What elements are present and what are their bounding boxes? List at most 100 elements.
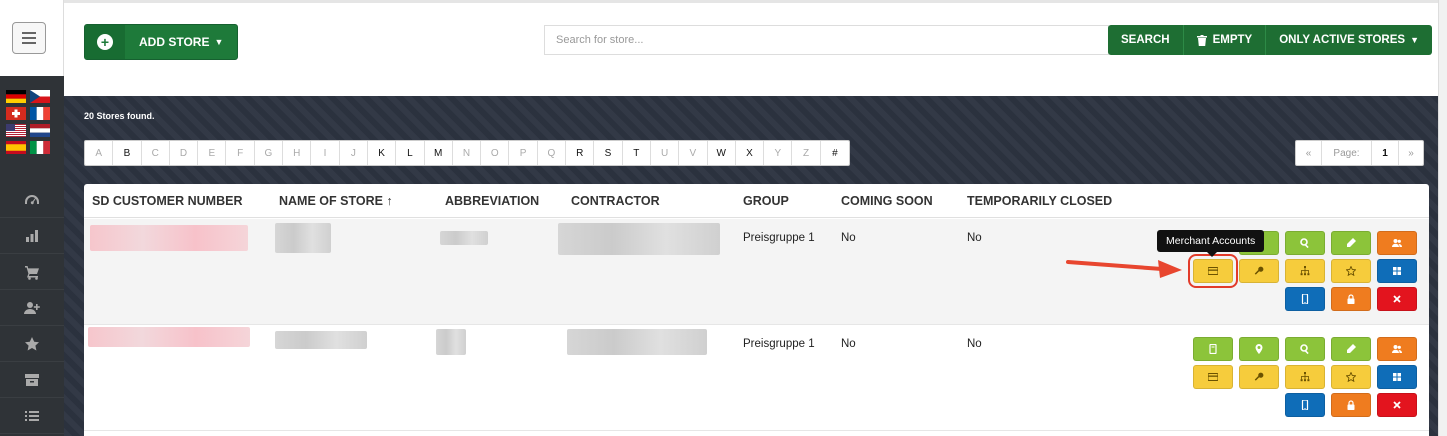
col-contractor[interactable]: CONTRACTOR xyxy=(571,194,660,208)
close-icon xyxy=(1393,295,1401,303)
add-store-button[interactable]: + ADD STORE ▼ xyxy=(84,24,238,60)
pager-next-button[interactable]: » xyxy=(1399,141,1423,165)
map-marker-icon xyxy=(1255,344,1263,354)
view-button[interactable] xyxy=(1285,337,1325,361)
delete-button[interactable] xyxy=(1377,393,1417,417)
alphabet-letter-y[interactable]: Y xyxy=(764,141,793,165)
alphabet-letter-x[interactable]: X xyxy=(736,141,765,165)
book-icon xyxy=(1209,344,1217,354)
key-button[interactable] xyxy=(1239,259,1279,283)
structure-button[interactable] xyxy=(1285,259,1325,283)
flag-fr[interactable] xyxy=(30,107,50,120)
view-button[interactable] xyxy=(1285,231,1325,255)
mobile-button[interactable] xyxy=(1285,393,1325,417)
users-button[interactable] xyxy=(1377,231,1417,255)
trash-icon xyxy=(1196,34,1207,46)
col-temporarily-closed[interactable]: TEMPORARILY CLOSED xyxy=(967,194,1112,208)
alphabet-letter-v[interactable]: V xyxy=(679,141,708,165)
alphabet-letter-r[interactable]: R xyxy=(566,141,595,165)
favorite-button[interactable] xyxy=(1331,259,1371,283)
sidebar-item-dashboard[interactable] xyxy=(0,182,64,218)
flag-us[interactable] xyxy=(6,124,26,137)
flag-cz[interactable] xyxy=(30,90,50,103)
edit-button[interactable] xyxy=(1331,231,1371,255)
location-button[interactable] xyxy=(1239,337,1279,361)
delete-button[interactable] xyxy=(1377,287,1417,311)
flag-es[interactable] xyxy=(6,141,26,154)
alphabet-letter-p[interactable]: P xyxy=(509,141,538,165)
alphabet-letter-b[interactable]: B xyxy=(113,141,142,165)
row-actions xyxy=(1193,337,1417,417)
alphabet-letter-k[interactable]: K xyxy=(368,141,397,165)
sidebar-item-orders[interactable] xyxy=(0,254,64,290)
alphabet-letter-z[interactable]: Z xyxy=(792,141,821,165)
col-group[interactable]: GROUP xyxy=(743,194,789,208)
alphabet-letter-n[interactable]: N xyxy=(453,141,482,165)
caret-down-icon: ▼ xyxy=(1410,35,1420,45)
col-name-of-store[interactable]: NAME OF STORE ↑ xyxy=(279,194,393,208)
alphabet-letter-g[interactable]: G xyxy=(255,141,284,165)
alphabet-letter-a[interactable]: A xyxy=(85,141,114,165)
alphabet-letter-hash[interactable]: # xyxy=(821,141,849,165)
alphabet-letter-m[interactable]: M xyxy=(425,141,453,165)
alphabet-letter-j[interactable]: J xyxy=(340,141,368,165)
alphabet-letter-l[interactable]: L xyxy=(396,141,425,165)
alphabet-filter: A B C D E F G H I J K L M N O P Q R S T U V W X Y Z # xyxy=(84,140,851,166)
sidebar-item-list[interactable] xyxy=(0,398,64,434)
alphabet-letter-o[interactable]: O xyxy=(481,141,510,165)
alphabet-letter-q[interactable]: Q xyxy=(538,141,567,165)
redacted-abbreviation xyxy=(440,231,488,245)
alphabet-letter-w[interactable]: W xyxy=(708,141,736,165)
sidebar-item-favorites[interactable] xyxy=(0,326,64,362)
alphabet-letter-h[interactable]: H xyxy=(283,141,312,165)
alphabet-letter-c[interactable]: C xyxy=(142,141,170,165)
pager-prev-button[interactable]: « xyxy=(1296,141,1322,165)
col-coming-soon[interactable]: COMING SOON xyxy=(841,194,933,208)
lock-button[interactable] xyxy=(1331,393,1371,417)
temporarily-closed-cell: No xyxy=(967,232,982,244)
merchant-accounts-button[interactable] xyxy=(1188,254,1238,288)
details-button[interactable] xyxy=(1193,337,1233,361)
flag-ch[interactable] xyxy=(6,107,26,120)
alphabet-letter-f[interactable]: F xyxy=(226,141,255,165)
modules-button[interactable] xyxy=(1377,259,1417,283)
alphabet-letter-i[interactable]: I xyxy=(311,141,340,165)
flag-it[interactable] xyxy=(30,141,50,154)
store-search-input[interactable] xyxy=(544,25,1109,55)
lock-button[interactable] xyxy=(1331,287,1371,311)
search-button[interactable]: SEARCH xyxy=(1108,25,1184,55)
favorite-button[interactable] xyxy=(1331,365,1371,389)
pager-label: Page: xyxy=(1322,141,1372,165)
flag-nl[interactable] xyxy=(30,124,50,137)
sidebar-item-add-user[interactable] xyxy=(0,290,64,326)
key-button[interactable] xyxy=(1239,365,1279,389)
menu-toggle-button[interactable] xyxy=(12,22,46,54)
sidebar-item-statistics[interactable] xyxy=(0,218,64,254)
scrollbar-track[interactable] xyxy=(1438,0,1447,436)
col-abbreviation[interactable]: ABBREVIATION xyxy=(445,194,539,208)
modules-button[interactable] xyxy=(1377,365,1417,389)
alphabet-letter-u[interactable]: U xyxy=(651,141,680,165)
merchant-accounts-button[interactable] xyxy=(1193,365,1233,389)
alphabet-letter-s[interactable]: S xyxy=(594,141,623,165)
redacted-customer-number xyxy=(88,327,250,347)
structure-button[interactable] xyxy=(1285,365,1325,389)
lock-icon xyxy=(1347,294,1355,304)
redacted-store-name xyxy=(275,331,367,349)
mobile-icon xyxy=(1301,400,1309,410)
alphabet-letter-d[interactable]: D xyxy=(170,141,199,165)
grid-icon xyxy=(1393,373,1401,381)
coming-soon-cell: No xyxy=(841,232,856,244)
only-active-stores-dropdown[interactable]: ONLY ACTIVE STORES ▼ xyxy=(1266,25,1433,55)
pager-page-1[interactable]: 1 xyxy=(1372,141,1399,165)
alphabet-letter-e[interactable]: E xyxy=(198,141,227,165)
sidebar-item-archive[interactable] xyxy=(0,362,64,398)
edit-button[interactable] xyxy=(1331,337,1371,361)
flag-de[interactable] xyxy=(6,90,26,103)
alphabet-letter-t[interactable]: T xyxy=(623,141,651,165)
users-button[interactable] xyxy=(1377,337,1417,361)
empty-button[interactable]: EMPTY xyxy=(1183,25,1267,55)
mobile-button[interactable] xyxy=(1285,287,1325,311)
redacted-store-name xyxy=(275,223,331,253)
col-sd-customer-number[interactable]: SD CUSTOMER NUMBER xyxy=(92,194,242,208)
